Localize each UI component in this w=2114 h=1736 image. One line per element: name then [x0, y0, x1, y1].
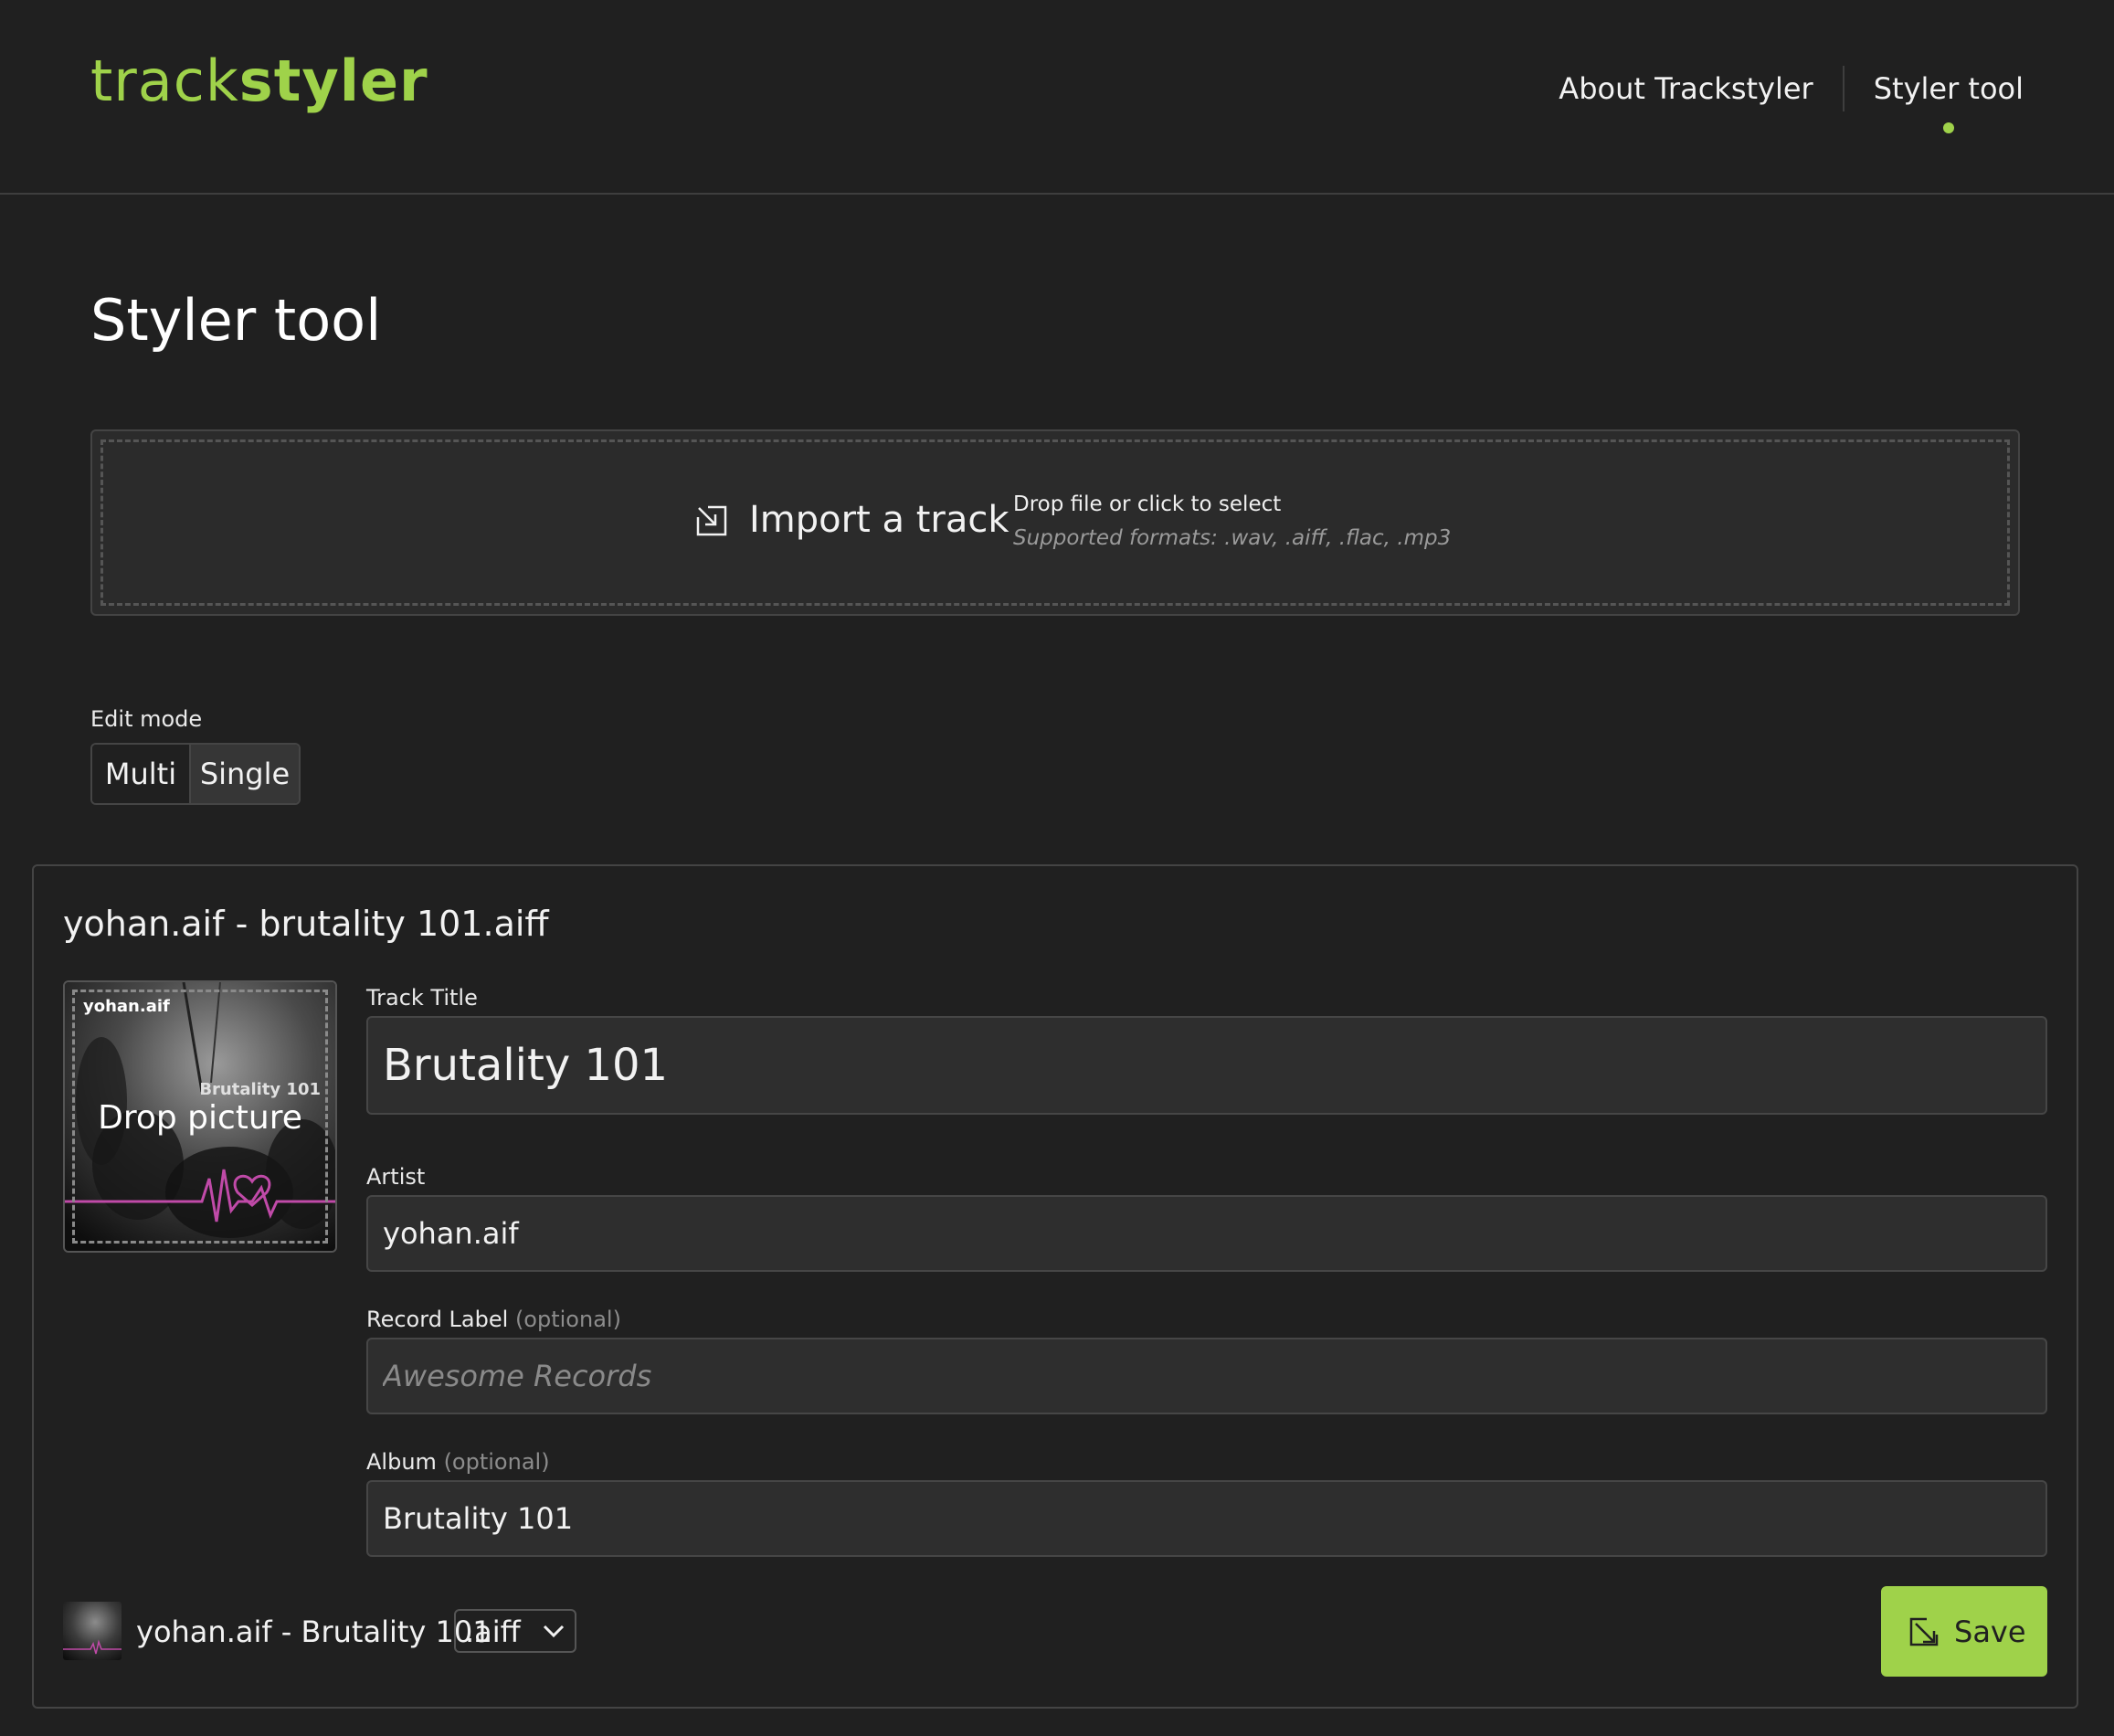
edit-mode-multi-button[interactable]: Multi	[92, 745, 191, 803]
logo-bold-text: styler	[238, 48, 428, 114]
app-header: trackstyler About Trackstyler Styler too…	[0, 0, 2114, 195]
album-label: Album (optional)	[366, 1451, 550, 1473]
artist-label: Artist	[366, 1164, 426, 1190]
logo[interactable]: trackstyler	[90, 53, 428, 110]
edit-mode-label: Edit mode	[90, 706, 203, 732]
track-file-name: yohan.aif - brutality 101.aiff	[63, 904, 549, 944]
album-optional-text: (optional)	[443, 1449, 550, 1475]
nav-divider	[1842, 66, 1844, 111]
import-label[interactable]: Import a track	[749, 502, 1009, 538]
save-icon	[1909, 1617, 1939, 1646]
cover-art-dropzone[interactable]: yohan.aif Brutality 101 Drop picture	[63, 980, 337, 1253]
artist-input[interactable]	[366, 1195, 2047, 1272]
album-label-text: Album	[366, 1449, 437, 1475]
track-title-label: Track Title	[366, 985, 478, 1011]
cover-thumbnail	[63, 1602, 122, 1660]
album-input[interactable]	[366, 1480, 2047, 1557]
cover-dashed-border	[72, 990, 328, 1244]
main-nav: About Trackstyler Styler tool	[1559, 66, 2024, 133]
save-button[interactable]: Save	[1881, 1586, 2047, 1677]
track-title-input[interactable]	[366, 1016, 2047, 1115]
record-label-label-text: Record Label	[366, 1307, 509, 1332]
chevron-down-icon	[543, 1625, 565, 1638]
output-file-name: yohan.aif - Brutality 101	[136, 1614, 492, 1649]
edit-mode-toggle: Multi Single	[90, 743, 301, 805]
import-dropzone[interactable]	[90, 429, 2020, 616]
page-title: Styler tool	[90, 287, 382, 354]
import-hint: Drop file or click to select	[1013, 492, 1282, 516]
record-label-label: Record Label (optional)	[366, 1308, 621, 1330]
import-icon	[696, 505, 727, 536]
dropzone-dashed-border	[100, 439, 2010, 606]
save-label: Save	[1954, 1614, 2026, 1649]
edit-mode-single-button[interactable]: Single	[191, 745, 299, 803]
nav-about-link[interactable]: About Trackstyler	[1559, 71, 1813, 106]
nav-styler-tool-link[interactable]: Styler tool	[1874, 71, 2024, 133]
record-label-optional-text: (optional)	[514, 1307, 621, 1332]
supported-formats: Supported formats: .wav, .aiff, .flac, .…	[1013, 526, 1452, 550]
extension-value: .aiff	[465, 1614, 521, 1649]
track-card	[32, 864, 2078, 1709]
record-label-input[interactable]	[366, 1338, 2047, 1414]
extension-select[interactable]: .aiff	[454, 1609, 576, 1653]
logo-light-text: track	[90, 48, 239, 114]
